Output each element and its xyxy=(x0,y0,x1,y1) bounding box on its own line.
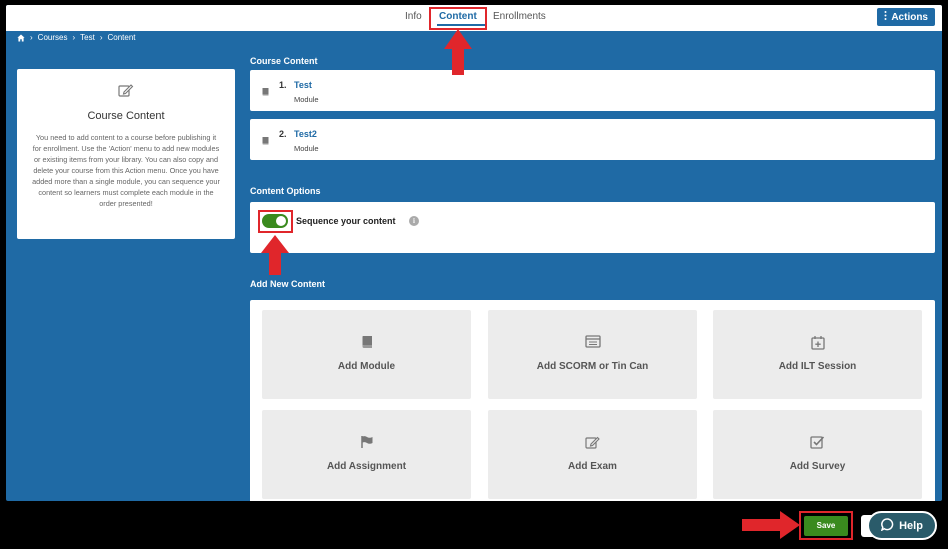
toggle-highlight xyxy=(258,210,293,233)
actions-button[interactable]: Actions xyxy=(877,8,935,26)
content-tab-highlight xyxy=(429,7,487,30)
help-label: Help xyxy=(899,519,923,532)
add-ilt-session-tile[interactable]: Add ILT Session xyxy=(713,310,922,399)
module-row[interactable]: 1. Test Module xyxy=(250,70,935,111)
content-options-card: Sequence your content i xyxy=(250,202,935,253)
breadcrumb: › Courses › Test › Content xyxy=(17,33,136,42)
sequence-label: Sequence your content xyxy=(296,216,396,226)
chat-bubble-icon xyxy=(880,517,894,534)
home-icon[interactable] xyxy=(17,34,25,42)
add-survey-tile[interactable]: Add Survey xyxy=(713,410,922,499)
chevron-right-icon: › xyxy=(72,33,76,42)
tile-label: Add Survey xyxy=(789,461,846,472)
app-frame: Info Content Enrollments Actions › Cours… xyxy=(6,5,942,501)
course-content-heading: Course Content xyxy=(250,56,318,66)
edit-icon xyxy=(488,435,697,449)
arrow-right-icon xyxy=(742,511,800,539)
kebab-icon xyxy=(884,11,887,23)
add-exam-tile[interactable]: Add Exam xyxy=(488,410,697,499)
add-assignment-tile[interactable]: Add Assignment xyxy=(262,410,471,499)
arrow-up-icon xyxy=(444,29,472,75)
tile-label: Add Assignment xyxy=(326,461,407,472)
module-row[interactable]: 2. Test2 Module xyxy=(250,119,935,160)
info-icon[interactable]: i xyxy=(409,216,419,226)
help-button[interactable]: Help xyxy=(867,511,937,540)
sidebar-title: Course Content xyxy=(87,110,165,122)
module-number: 2. xyxy=(279,129,287,139)
edit-icon xyxy=(118,83,134,102)
module-type: Module xyxy=(294,95,319,104)
flag-icon xyxy=(262,435,471,449)
module-name[interactable]: Test xyxy=(294,80,312,90)
sidebar-description: You need to add content to a course befo… xyxy=(32,133,220,208)
book-icon xyxy=(261,132,270,150)
module-number: 1. xyxy=(279,80,287,90)
tab-enrollments[interactable]: Enrollments xyxy=(493,11,546,22)
content-options-heading: Content Options xyxy=(250,186,321,196)
module-type: Module xyxy=(294,144,319,153)
add-content-panel: Add Module Add SCORM or Tin Can Add ILT … xyxy=(250,300,935,501)
module-name[interactable]: Test2 xyxy=(294,129,317,139)
tile-label: Add ILT Session xyxy=(778,361,857,372)
chevron-right-icon: › xyxy=(30,33,33,42)
tile-label: Add SCORM or Tin Can xyxy=(536,361,649,372)
calendar-plus-icon xyxy=(713,335,922,350)
book-icon xyxy=(261,83,270,101)
chevron-right-icon: › xyxy=(99,33,103,42)
arrow-up-icon xyxy=(261,235,289,275)
add-scorm-tile[interactable]: Add SCORM or Tin Can xyxy=(488,310,697,399)
breadcrumb-test[interactable]: Test xyxy=(80,33,95,42)
tab-info[interactable]: Info xyxy=(405,11,422,22)
add-new-content-heading: Add New Content xyxy=(250,279,325,289)
breadcrumb-courses[interactable]: Courses xyxy=(38,33,68,42)
book-icon xyxy=(262,335,471,349)
breadcrumb-content: Content xyxy=(107,33,136,42)
course-content-info-card: Course Content You need to add content t… xyxy=(17,69,235,239)
save-button[interactable]: Save xyxy=(804,516,848,536)
add-module-tile[interactable]: Add Module xyxy=(262,310,471,399)
package-icon xyxy=(488,335,697,348)
tile-label: Add Module xyxy=(337,361,396,372)
actions-label: Actions xyxy=(891,11,928,23)
checkbox-icon xyxy=(713,435,922,449)
tile-label: Add Exam xyxy=(568,461,617,472)
